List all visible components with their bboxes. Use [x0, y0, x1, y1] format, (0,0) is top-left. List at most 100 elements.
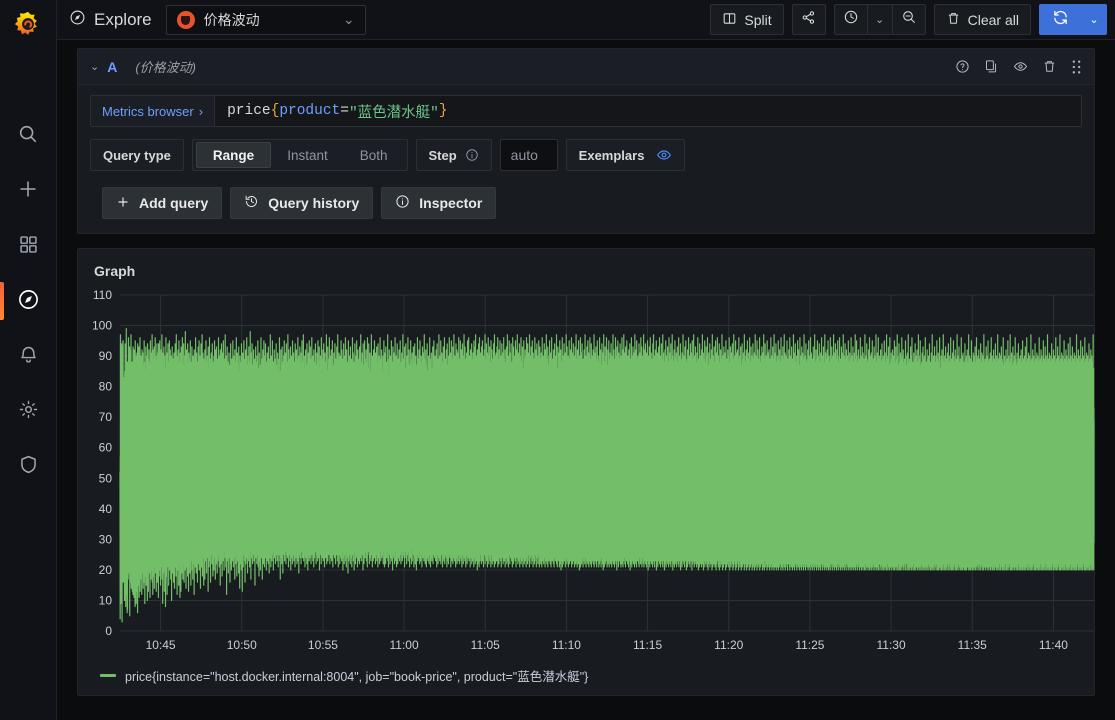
- history-icon: [244, 194, 259, 212]
- svg-text:70: 70: [99, 410, 113, 424]
- time-picker-caret-button[interactable]: ⌄: [866, 4, 893, 35]
- time-picker-button[interactable]: [833, 4, 868, 35]
- chevron-down-icon: ⌄: [875, 14, 885, 26]
- svg-text:11:35: 11:35: [958, 638, 987, 652]
- step-group: Step: [415, 139, 492, 171]
- chevron-down-icon: ⌄: [1089, 14, 1099, 26]
- svg-text:11:05: 11:05: [471, 638, 500, 652]
- sidebar-item-search[interactable]: [0, 109, 57, 164]
- split-button[interactable]: Split: [710, 4, 784, 35]
- exemplars-label: Exemplars: [578, 147, 645, 163]
- clear-all-button[interactable]: Clear all: [933, 4, 1031, 35]
- svg-text:20: 20: [99, 563, 113, 577]
- svg-text:10:45: 10:45: [146, 638, 176, 652]
- svg-text:11:15: 11:15: [633, 638, 662, 652]
- legend-color-swatch: [100, 674, 116, 677]
- page-title: Explore: [69, 9, 152, 31]
- metrics-browser-label: Metrics browser: [102, 103, 194, 119]
- sidebar-item-create[interactable]: [0, 164, 57, 219]
- chevron-down-icon[interactable]: ⌄: [88, 60, 107, 73]
- trash-icon: [946, 11, 961, 29]
- graph-canvas[interactable]: 0 10 20 30 40 50 60 70 80 90 100 110 10:45 10:50 10:55…: [78, 287, 1095, 662]
- eye-icon[interactable]: [656, 147, 684, 163]
- gear-icon: [18, 399, 39, 425]
- query-type-options: Range Instant Both: [193, 139, 407, 171]
- shield-icon: [18, 454, 39, 480]
- query-type-option-range[interactable]: Range: [195, 142, 272, 168]
- main-region: Explore 价格波动 ⌄ Split ⌄ Clear all ⌄ ⌄ A (…: [57, 0, 1115, 720]
- sidebar-item-alerting[interactable]: [0, 329, 57, 384]
- query-editor-panel: ⌄ A (价格波动) Metrics browser › price {pro…: [77, 48, 1095, 234]
- step-label: Step: [428, 147, 457, 163]
- svg-text:30: 30: [99, 532, 113, 546]
- expression-row: Metrics browser › price{product = "蓝色潜水艇"}: [90, 95, 1082, 127]
- sidebar-items: [0, 109, 57, 494]
- svg-text:11:30: 11:30: [877, 638, 906, 652]
- expr-token-close-brace: }: [438, 103, 448, 119]
- drag-dots-icon[interactable]: [1071, 59, 1082, 75]
- expr-token-equals: =: [340, 103, 349, 119]
- eye-icon[interactable]: [1013, 59, 1028, 74]
- query-actions-row: Add query Query history Inspector: [90, 187, 1082, 219]
- sidebar-item-admin[interactable]: [0, 439, 57, 494]
- exemplars-group: Exemplars: [565, 139, 686, 171]
- inspector-label: Inspector: [419, 195, 483, 211]
- legend-series-label[interactable]: price{instance="host.docker.internal:800…: [125, 666, 588, 685]
- main-navigation-sidebar: [0, 0, 57, 720]
- datasource-picker[interactable]: 价格波动 ⌄: [165, 4, 366, 35]
- query-options-row: Query type Range Instant Both Step auto …: [90, 139, 1082, 171]
- clock-icon: [843, 9, 859, 30]
- time-range-group: ⌄: [833, 4, 926, 35]
- search-icon: [17, 123, 39, 150]
- share-button[interactable]: [791, 4, 826, 35]
- expr-token-metric: price: [227, 103, 271, 119]
- grafana-explore-app: Explore 价格波动 ⌄ Split ⌄ Clear all ⌄ ⌄ A (…: [0, 0, 1115, 720]
- step-input[interactable]: [499, 139, 558, 171]
- copy-icon[interactable]: [984, 59, 999, 74]
- step-label-wrap: Step: [417, 148, 491, 163]
- compass-icon: [69, 9, 86, 31]
- add-query-button[interactable]: Add query: [102, 187, 223, 219]
- plus-icon: [17, 178, 39, 205]
- refresh-icon: [1052, 9, 1069, 31]
- svg-text:10: 10: [99, 593, 113, 607]
- refresh-interval-caret-button[interactable]: ⌄: [1081, 4, 1107, 35]
- inspector-button[interactable]: Inspector: [381, 187, 497, 219]
- query-ref-id[interactable]: A: [107, 59, 117, 75]
- metrics-browser-button[interactable]: Metrics browser ›: [90, 95, 215, 127]
- columns-icon: [722, 11, 737, 29]
- svg-text:11:40: 11:40: [1039, 638, 1068, 652]
- svg-text:60: 60: [99, 441, 113, 455]
- plus-icon: [116, 195, 130, 212]
- apps-grid-icon: [18, 234, 39, 260]
- graph-panel-title: Graph: [94, 263, 136, 279]
- info-circle-icon: [395, 194, 410, 212]
- sidebar-item-config[interactable]: [0, 384, 57, 439]
- datasource-picker-value: 价格波动: [203, 11, 260, 28]
- toolbar-actions: Split ⌄ Clear all ⌄: [710, 4, 1107, 35]
- sidebar-item-dashboards[interactable]: [0, 219, 57, 274]
- bell-icon: [18, 344, 39, 370]
- timeseries-chart[interactable]: 0 10 20 30 40 50 60 70 80 90 100 110 10:45 10:50 10:55…: [78, 287, 1110, 657]
- query-history-button[interactable]: Query history: [230, 187, 374, 219]
- query-type-option-instant[interactable]: Instant: [271, 142, 344, 168]
- query-datasource-note: (价格波动): [135, 60, 197, 75]
- trash-icon[interactable]: [1042, 59, 1057, 74]
- info-circle-icon[interactable]: [465, 148, 479, 162]
- sidebar-item-explore[interactable]: [0, 274, 57, 329]
- svg-text:50: 50: [99, 471, 113, 485]
- svg-text:110: 110: [93, 288, 112, 302]
- zoom-out-button[interactable]: [891, 4, 926, 35]
- graph-legend: price{instance="host.docker.internal:800…: [78, 662, 1094, 685]
- query-type-option-both[interactable]: Both: [344, 142, 404, 168]
- refresh-button[interactable]: [1039, 4, 1081, 35]
- query-expression-input[interactable]: price{product = "蓝色潜水艇"}: [214, 95, 1082, 127]
- svg-text:11:10: 11:10: [552, 638, 581, 652]
- chevron-down-icon: ⌄: [342, 11, 355, 27]
- svg-text:80: 80: [99, 380, 113, 394]
- explore-toolbar: Explore 价格波动 ⌄ Split ⌄ Clear all ⌄: [57, 0, 1115, 40]
- expr-token-label-key: product: [279, 103, 341, 119]
- svg-text:0: 0: [105, 624, 112, 638]
- help-circle-icon[interactable]: [955, 59, 970, 74]
- grafana-logo[interactable]: [0, 5, 57, 45]
